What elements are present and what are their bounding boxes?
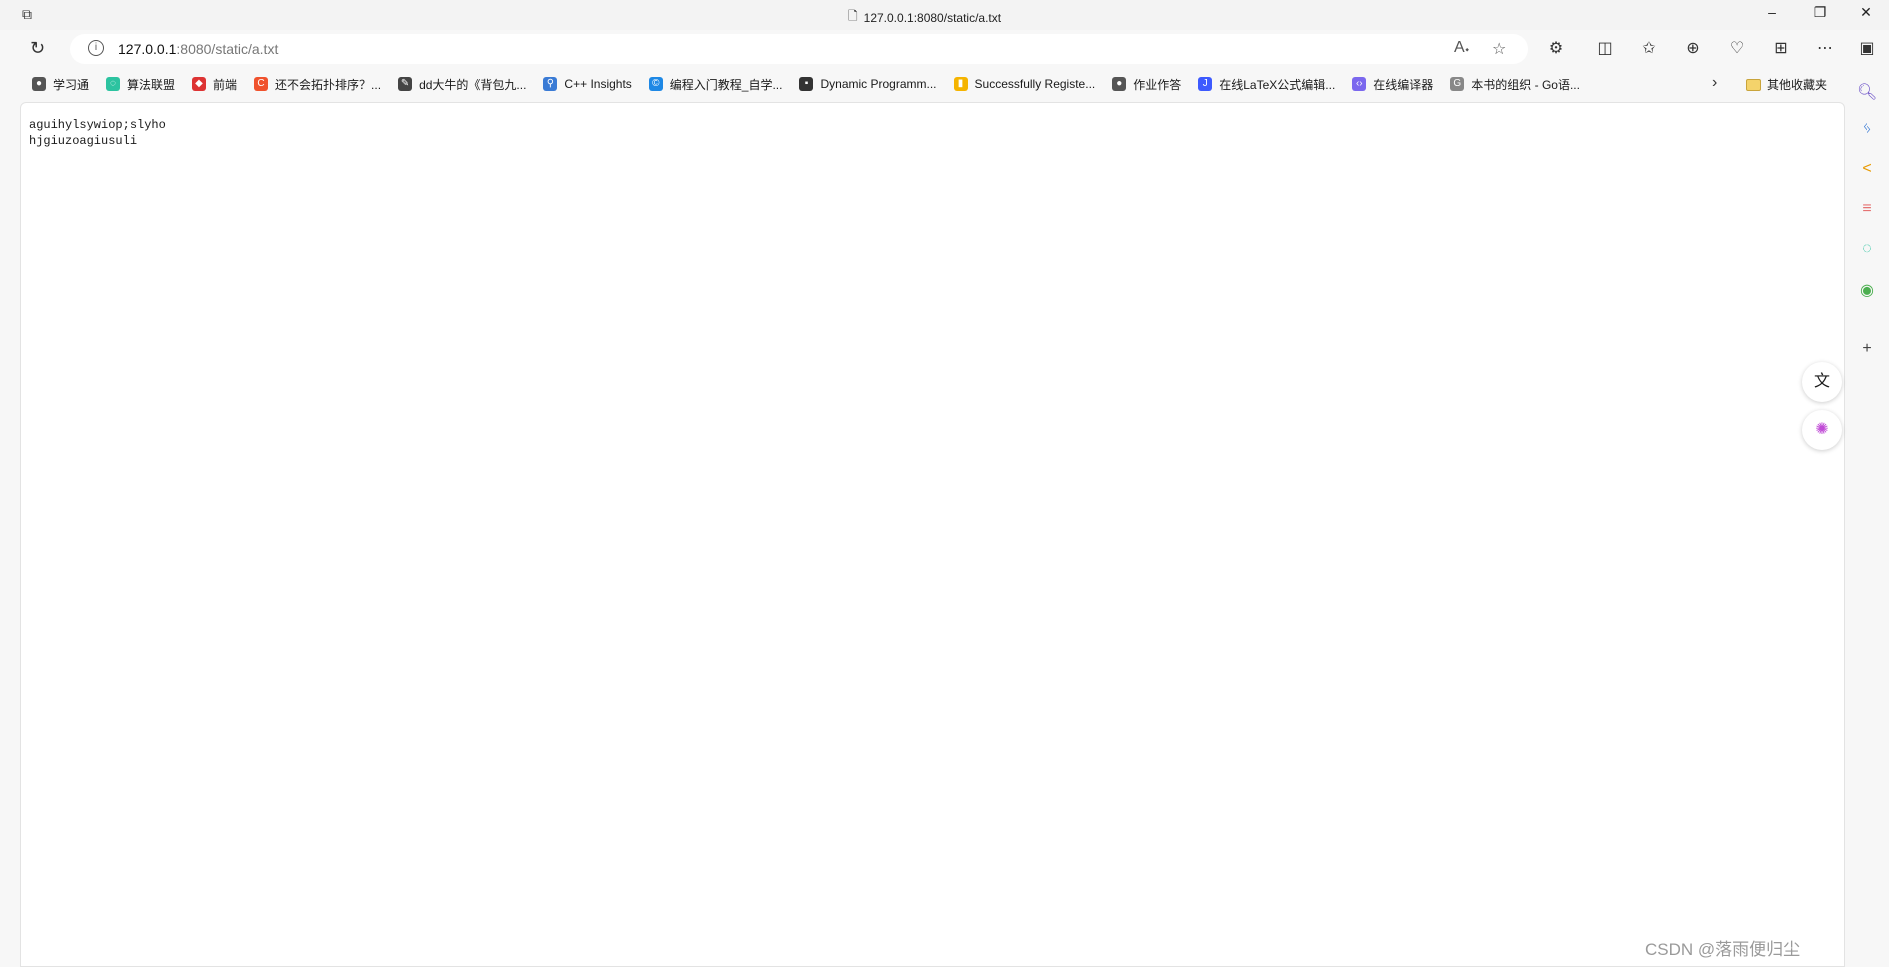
address-bar[interactable]: i 127.0.0.1:8080/static/a.txt A𝆺 ☆ [70,34,1528,64]
bookmark-label: 学习通 [53,77,90,92]
title-bar: ⧉ 🗋 127.0.0.1:8080/static/a.txt – ❐ ✕ [0,0,1889,30]
bookmark-label: 作业作答 [1133,77,1182,92]
text-line: hjgiuzoagiusuli [29,134,138,148]
bookmark-label: dd大牛的《背包九... [419,77,527,92]
latex-icon: J [1198,77,1213,91]
window-title: 🗋 127.0.0.1:8080/static/a.txt [848,7,1001,28]
bookmark-label: 编程入门教程_自学... [669,77,783,92]
folder-icon [1746,78,1761,91]
c-badge-icon: © [648,77,663,91]
bookmark-item[interactable]: ● 作业作答 [1112,76,1181,93]
browser-essentials-icon[interactable]: ♡ [1725,38,1749,58]
bookmark-item[interactable]: ⚲ C++ Insights [543,77,632,91]
read-aloud-icon[interactable]: A𝆺 [1454,39,1470,57]
bookmark-item[interactable]: © 编程入门教程_自学... [648,76,783,93]
restore-button[interactable]: ❐ [1800,4,1840,21]
tab-actions-icon[interactable]: ⧉ [22,6,38,22]
bookmark-label: 算法联盟 [127,77,176,92]
pen-icon: ✎ [398,77,413,91]
split-screen-icon[interactable]: ◫ [1593,38,1617,58]
reload-icon[interactable]: ↻ [30,38,45,59]
bookmarks-overflow-chevron-icon[interactable]: › [1712,74,1717,92]
text-line: aguihylsywiop;slyho [29,118,166,132]
url-text[interactable]: 127.0.0.1:8080/static/a.txt [118,41,278,57]
extensions-icon[interactable]: ⚙ [1544,38,1568,58]
other-bookmarks-folder[interactable]: 其他收藏夹 [1746,76,1827,93]
page-content: aguihylsywiop;slyho hjgiuzoagiusuli [20,102,1845,967]
code-icon: ‹› [1352,77,1367,91]
app-icon[interactable]: ◉ [1857,280,1877,300]
ai-assistant-button[interactable]: ✺ [1802,410,1842,450]
bookmark-item[interactable]: ◌ 算法联盟 [106,76,175,93]
bookmark-label: 在线LaTeX公式编辑... [1219,77,1336,92]
apps-icon[interactable]: ⊞ [1769,38,1793,58]
add-sidebar-app-icon[interactable]: + [1857,340,1877,360]
bookmark-label: Successfully Registe... [974,77,1096,91]
favorites-icon[interactable]: ✩ [1637,38,1661,58]
terminal-icon: ▪ [799,77,814,91]
globe-icon: ● [32,77,46,91]
bookmark-item[interactable]: ● 学习通 [32,76,89,93]
translate-icon: 文 [1813,373,1830,390]
ring-icon: ◌ [106,77,121,91]
bookmark-label: 在线编译器 [1373,77,1434,92]
notes-icon[interactable]: ≡ [1857,200,1877,220]
minimize-button[interactable]: – [1752,4,1792,20]
bookmark-label: 还不会拓扑排序？... [275,77,382,92]
translate-button[interactable]: 文 [1802,362,1842,402]
more-menu-icon[interactable]: ⋯ [1813,38,1837,58]
edge-sidebar: 🔍︎ ᛃ < ≡ ◌ ◉ + [1845,68,1889,967]
bookmark-item[interactable]: G 本书的组织 - Go语... [1450,76,1580,93]
bookmark-item[interactable]: C 还不会拓扑排序？... [254,76,381,93]
leetcode-icon[interactable]: < [1857,160,1877,180]
collections-icon[interactable]: ⊕ [1681,38,1705,58]
bookmark-item[interactable]: ‹› 在线编译器 [1352,76,1433,93]
bookmark-label: C++ Insights [564,77,632,91]
bookmark-item[interactable]: ▮ Successfully Registe... [953,77,1096,91]
sidebar-toggle-icon[interactable]: ▣ [1855,38,1879,58]
bookmark-label: Dynamic Programm... [820,77,937,91]
bookmark-label: 本书的组织 - Go语... [1471,77,1580,92]
brain-icon: ✺ [1815,421,1829,438]
close-button[interactable]: ✕ [1846,4,1886,21]
shield-icon: ◆ [192,77,207,91]
magnifier-icon: ⚲ [543,77,558,91]
bookmark-item[interactable]: ✎ dd大牛的《背包九... [398,76,526,93]
bookmark-label: 前端 [213,77,238,92]
globe-icon: ● [1112,77,1127,91]
bookmark-item[interactable]: ◆ 前端 [192,76,237,93]
g-icon: G [1450,77,1465,91]
watermark: CSDN @落雨便归尘 [1645,940,1801,959]
document-icon: 🗋 [848,9,858,23]
navigation-bar: ↻ i 127.0.0.1:8080/static/a.txt A𝆺 ☆ ⚙ ◫… [0,30,1889,68]
favorite-star-icon[interactable]: ☆ [1492,39,1506,59]
search-icon[interactable]: 🔍︎ [1857,82,1877,102]
bar-chart-icon: ▮ [953,77,968,91]
csdn-c-icon: C [254,77,269,91]
text-document: aguihylsywiop;slyho hjgiuzoagiusuli [29,117,166,149]
ring-app-icon[interactable]: ◌ [1857,240,1877,260]
info-icon[interactable]: i [88,40,104,56]
bookmarks-bar: ● 学习通 ◌ 算法联盟 ◆ 前端 C 还不会拓扑排序？... ✎ dd大牛的《背包九... ⚲ C+… [0,68,1889,100]
bookmark-item[interactable]: ▪ Dynamic Programm... [799,77,937,91]
bookmark-item[interactable]: J 在线LaTeX公式编辑... [1198,76,1335,93]
copilot-icon[interactable]: ᛃ [1857,120,1877,140]
